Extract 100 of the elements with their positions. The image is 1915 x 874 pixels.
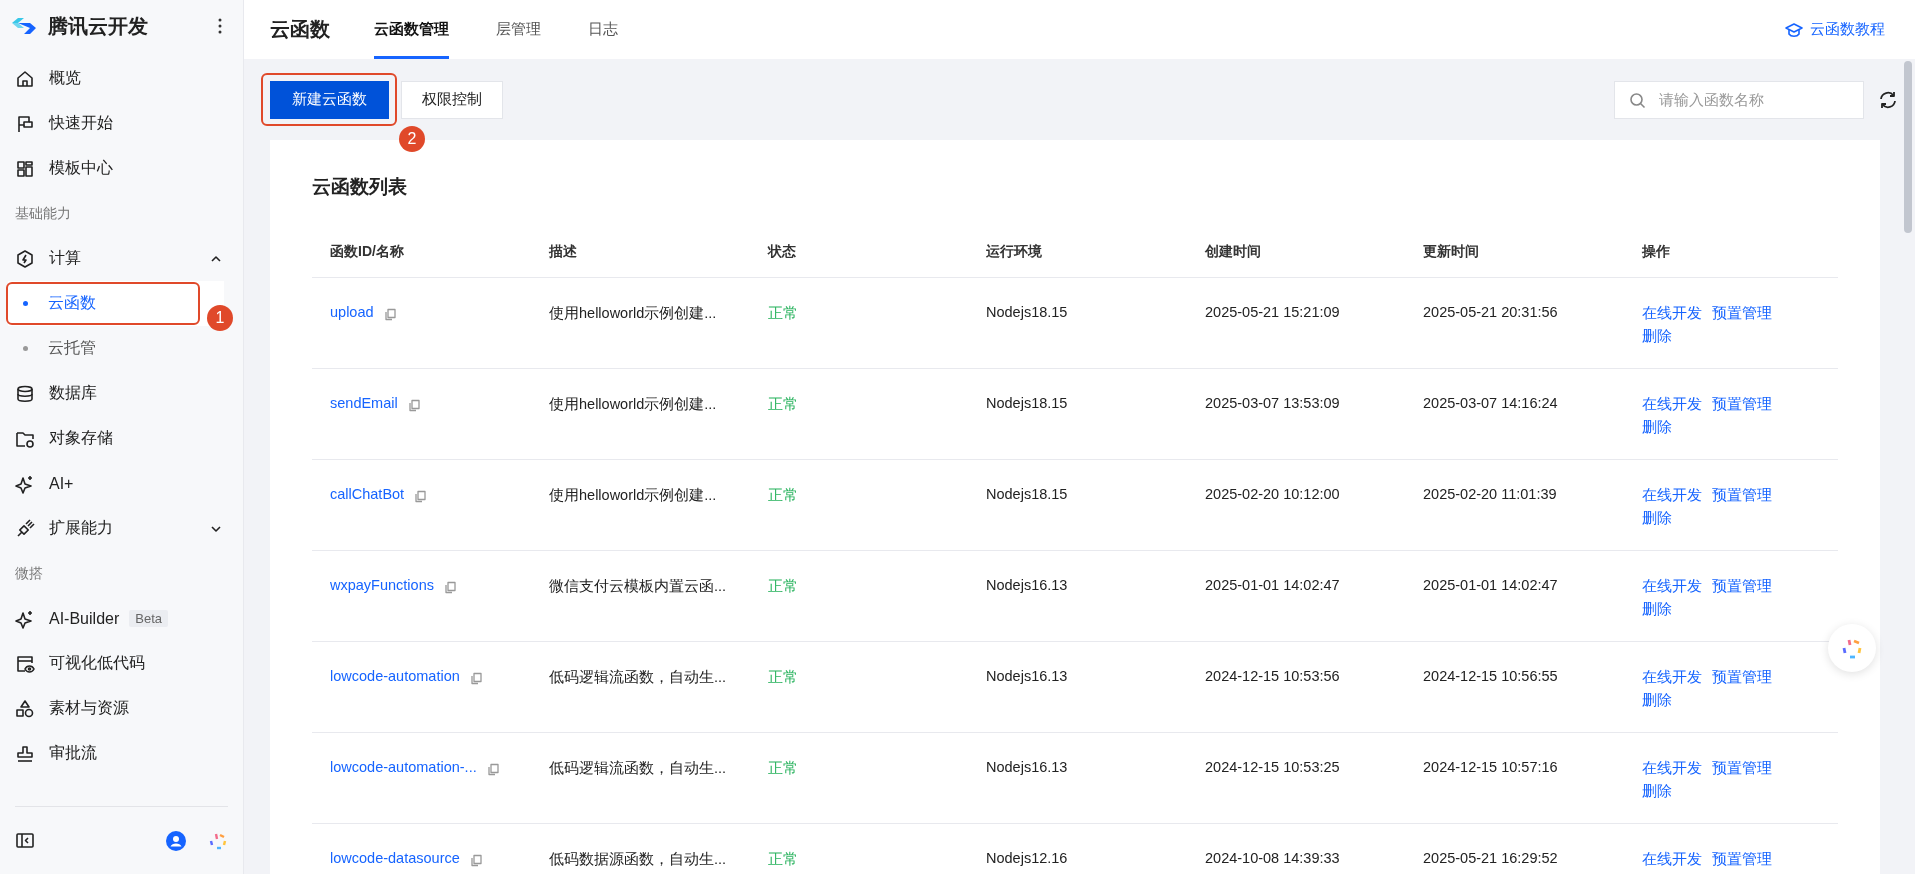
action-link[interactable]: 删除 (1642, 691, 1672, 710)
copy-icon[interactable] (407, 399, 421, 412)
table-cell-text: 2025-01-01 14:02:47 (1423, 576, 1559, 595)
logo-icon (10, 15, 38, 37)
action-link[interactable]: 预置管理 (1712, 759, 1772, 778)
table-cell-text: 2024-12-15 10:53:56 (1205, 667, 1341, 686)
copy-icon[interactable] (469, 672, 483, 685)
action-link[interactable]: 在线开发 (1642, 304, 1702, 323)
table-cell-text: 2025-03-07 14:16:24 (1423, 394, 1559, 413)
search-field[interactable]: 请输入函数名称 (1614, 80, 1864, 119)
action-link[interactable]: 删除 (1642, 418, 1672, 437)
table-cell-text: 2025-05-21 20:31:56 (1423, 303, 1559, 322)
sidebar-item[interactable]: AI+ (0, 461, 243, 506)
sidebar-item[interactable]: 扩展能力 (0, 506, 243, 551)
sidebar-item[interactable]: 素材与资源 (0, 686, 243, 731)
beta-tag: Beta (129, 610, 168, 627)
function-name-link[interactable]: wxpayFunctions (330, 577, 434, 593)
copy-icon[interactable] (443, 581, 457, 594)
action-link[interactable]: 删除 (1642, 327, 1672, 346)
action-link[interactable]: 预置管理 (1712, 486, 1772, 505)
column-header: 操作 (1642, 242, 1671, 261)
table-cell-text: Nodejs18.15 (986, 394, 1069, 413)
grid-icon (15, 158, 35, 179)
flag-icon (15, 113, 35, 134)
function-name-link[interactable]: lowcode-automation (330, 668, 460, 684)
shapes-icon (15, 698, 35, 719)
tab[interactable]: 日志 (588, 0, 618, 59)
refresh-icon[interactable] (1878, 89, 1898, 110)
brand-name: 腾讯云开发 (48, 13, 149, 39)
callout-number: 1 (207, 305, 233, 331)
table-cell-text: 低码数据源函数，自动生... (549, 850, 728, 869)
action-link[interactable]: 删除 (1642, 600, 1672, 619)
action-link[interactable]: 预置管理 (1712, 668, 1772, 687)
sidebar-item[interactable]: 快速开始 (0, 101, 243, 146)
status-text: 正常 (768, 850, 799, 869)
graduation-cap-icon (1785, 21, 1803, 38)
create-button[interactable]: 新建云函数 (270, 80, 389, 119)
table-cell-text: 2025-03-07 13:53:09 (1205, 394, 1341, 413)
sidebar-item[interactable]: AI-Builder Beta (0, 596, 243, 641)
action-link[interactable]: 预置管理 (1712, 850, 1772, 869)
table-cell-text: 2025-02-20 11:01:39 (1423, 485, 1558, 504)
scrollbar-thumb[interactable] (1904, 61, 1912, 233)
table-cell-text: 2024-10-08 14:39:33 (1205, 849, 1341, 868)
status-text: 正常 (768, 304, 799, 323)
table-cell-text: 低码逻辑流函数，自动生... (549, 759, 728, 778)
home-icon (15, 68, 35, 89)
sidebar-item[interactable]: 概览 (0, 56, 243, 101)
action-link[interactable]: 预置管理 (1712, 577, 1772, 596)
action-link[interactable]: 在线开发 (1642, 577, 1702, 596)
search-icon (1629, 91, 1646, 109)
copy-icon[interactable] (486, 763, 500, 776)
table-cell-text: 2024-12-15 10:53:25 (1205, 758, 1341, 777)
card-title: 云函数列表 (312, 175, 408, 199)
status-text: 正常 (768, 395, 799, 414)
action-link[interactable]: 预置管理 (1712, 395, 1772, 414)
table-cell-text: 使用helloworld示例创建... (549, 395, 718, 414)
action-link[interactable]: 在线开发 (1642, 668, 1702, 687)
sidebar-item[interactable]: 审批流 (0, 731, 243, 776)
tab[interactable]: 云函数管理 (374, 0, 449, 59)
action-link[interactable]: 在线开发 (1642, 486, 1702, 505)
function-name-link[interactable]: lowcode-automation-... (330, 759, 477, 775)
sidebar-item[interactable]: 数据库 (0, 371, 243, 416)
action-link[interactable]: 在线开发 (1642, 850, 1702, 869)
action-link[interactable]: 删除 (1642, 509, 1672, 528)
table-cell-text: 2025-05-21 15:21:09 (1205, 303, 1341, 322)
sidebar-item[interactable]: 模板中心 (0, 146, 243, 191)
stamp-icon (15, 743, 35, 764)
sidebar-item[interactable]: 可视化低代码 (0, 641, 243, 686)
column-header: 状态 (768, 242, 797, 261)
function-name-link[interactable]: upload (330, 304, 374, 320)
function-name-link[interactable]: sendEmail (330, 395, 398, 411)
column-header: 更新时间 (1423, 242, 1480, 261)
sparkle-icon (15, 608, 35, 629)
sidebar-collapse-icon[interactable] (15, 831, 35, 850)
callout-number: 2 (399, 125, 425, 152)
copy-icon[interactable] (383, 308, 397, 321)
action-link[interactable]: 删除 (1642, 782, 1672, 801)
copy-icon[interactable] (414, 490, 428, 503)
copy-icon[interactable] (469, 854, 483, 867)
table-cell-text: Nodejs18.15 (986, 303, 1069, 322)
action-link[interactable]: 在线开发 (1642, 759, 1702, 778)
user-avatar-icon[interactable] (166, 830, 186, 851)
table-cell-text: 微信支付云模板内置云函... (549, 577, 728, 596)
tab[interactable]: 层管理 (496, 0, 541, 59)
table-cell-text: Nodejs16.13 (986, 576, 1069, 595)
table-cell-text: Nodejs16.13 (986, 667, 1069, 686)
action-link[interactable]: 预置管理 (1712, 304, 1772, 323)
more-icon[interactable] (217, 17, 223, 35)
sidebar-item[interactable]: 计算 (0, 236, 243, 281)
table-cell-text: 2024-12-15 10:57:16 (1423, 758, 1559, 777)
table-cell-text: Nodejs18.15 (986, 485, 1069, 504)
function-name-link[interactable]: callChatBot (330, 486, 405, 502)
database-icon (15, 383, 35, 404)
table-cell-text: 2025-05-21 16:29:52 (1423, 849, 1559, 868)
action-link[interactable]: 在线开发 (1642, 395, 1702, 414)
tutorial-link[interactable]: 云函数教程 (1785, 20, 1885, 39)
permission-button[interactable]: 权限控制 (401, 80, 503, 119)
table-cell-text: 低码逻辑流函数，自动生... (549, 668, 728, 687)
sidebar-item[interactable]: 对象存储 (0, 416, 243, 461)
function-name-link[interactable]: lowcode-datasource (330, 850, 460, 866)
